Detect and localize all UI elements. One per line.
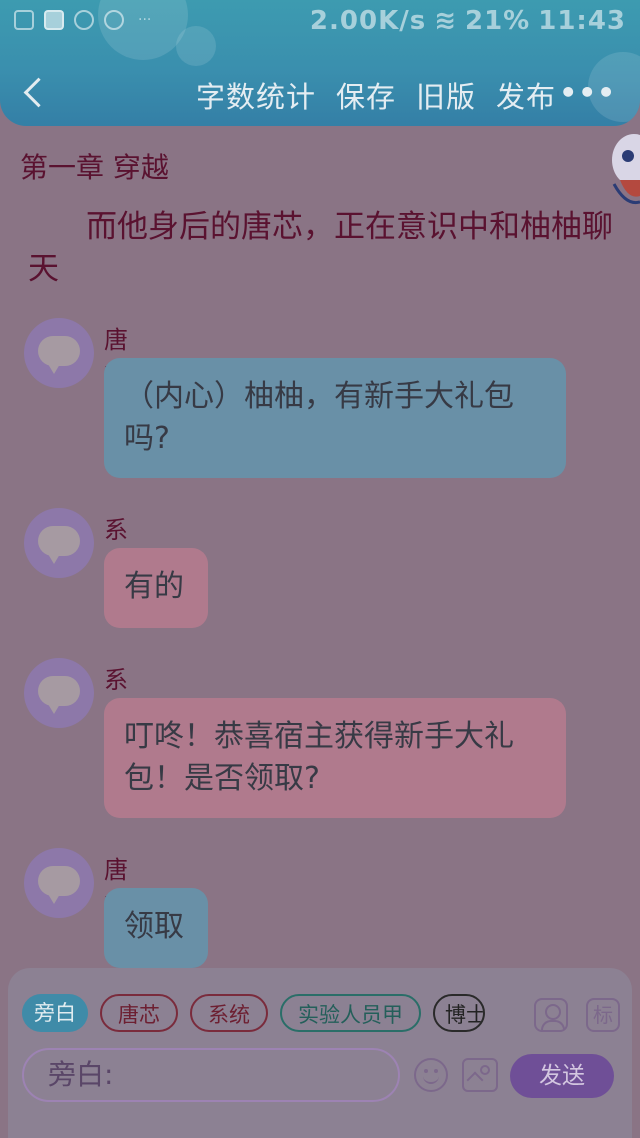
app-icon bbox=[44, 10, 64, 30]
floating-mascot-icon[interactable] bbox=[606, 130, 640, 206]
emoji-icon[interactable] bbox=[414, 1058, 448, 1092]
battery-level: 21% bbox=[465, 6, 531, 36]
wifi-icon: ≋ bbox=[434, 6, 457, 36]
message-bubble[interactable]: （内心）柚柚，有新手大礼包吗? bbox=[104, 358, 566, 478]
old-version-button[interactable]: 旧版 bbox=[416, 74, 476, 116]
more-notifications-icon: ··· bbox=[138, 12, 152, 28]
role-chip-system[interactable]: 系统 bbox=[190, 994, 268, 1032]
role-chip-tangxin[interactable]: 唐芯 bbox=[100, 994, 178, 1032]
role-chip-researcher[interactable]: 实验人员甲 bbox=[280, 994, 421, 1032]
avatar bbox=[24, 658, 94, 728]
avatar bbox=[24, 318, 94, 388]
browser-icon bbox=[74, 10, 94, 30]
mark-button[interactable]: 标 bbox=[586, 998, 620, 1032]
radio-icon bbox=[104, 10, 124, 30]
message-bubble[interactable]: 叮咚！恭喜宿主获得新手大礼包！是否领取? bbox=[104, 698, 566, 818]
narration-text: 而他身后的唐芯，正在意识中和柚柚聊天 bbox=[28, 209, 613, 287]
word-count-button[interactable]: 字数统计 bbox=[196, 74, 316, 116]
message-bubble[interactable]: 有的 bbox=[104, 548, 208, 628]
composer-panel: 旁白 唐芯 系统 实验人员甲 博士 标 旁白: 发送 bbox=[8, 968, 632, 1138]
network-speed: 2.00K/s bbox=[309, 6, 427, 36]
role-selector: 旁白 唐芯 系统 实验人员甲 博士 bbox=[22, 994, 485, 1032]
notification-icon bbox=[14, 10, 34, 30]
chat-bubble-icon bbox=[38, 676, 80, 714]
save-button[interactable]: 保存 bbox=[336, 74, 396, 116]
avatar bbox=[24, 848, 94, 918]
publish-button[interactable]: 发布 bbox=[496, 74, 556, 116]
send-button[interactable]: 发送 bbox=[510, 1054, 614, 1098]
message-bubble[interactable]: 领取 bbox=[104, 888, 208, 968]
top-header: ··· 2.00K/s ≋ 21% 11:43 字数统计 保存 旧版 发布 ••… bbox=[0, 0, 640, 126]
status-bar: ··· 2.00K/s ≋ 21% 11:43 bbox=[0, 0, 640, 44]
chat-bubble-icon bbox=[38, 336, 80, 374]
role-chip-narration[interactable]: 旁白 bbox=[22, 994, 88, 1032]
character-manage-icon[interactable] bbox=[534, 998, 568, 1032]
time: 11:43 bbox=[538, 6, 626, 36]
editor-toolbar: 字数统计 保存 旧版 发布 ••• bbox=[0, 62, 640, 122]
chapter-title: 第一章 穿越 bbox=[20, 151, 169, 184]
more-icon[interactable]: ••• bbox=[559, 76, 616, 109]
role-chip-doctor[interactable]: 博士 bbox=[433, 994, 485, 1032]
message-input[interactable]: 旁白: bbox=[22, 1048, 400, 1102]
chat-bubble-icon bbox=[38, 526, 80, 564]
avatar bbox=[24, 508, 94, 578]
chat-bubble-icon bbox=[38, 866, 80, 904]
back-icon[interactable] bbox=[20, 72, 50, 112]
image-icon[interactable] bbox=[462, 1058, 498, 1092]
